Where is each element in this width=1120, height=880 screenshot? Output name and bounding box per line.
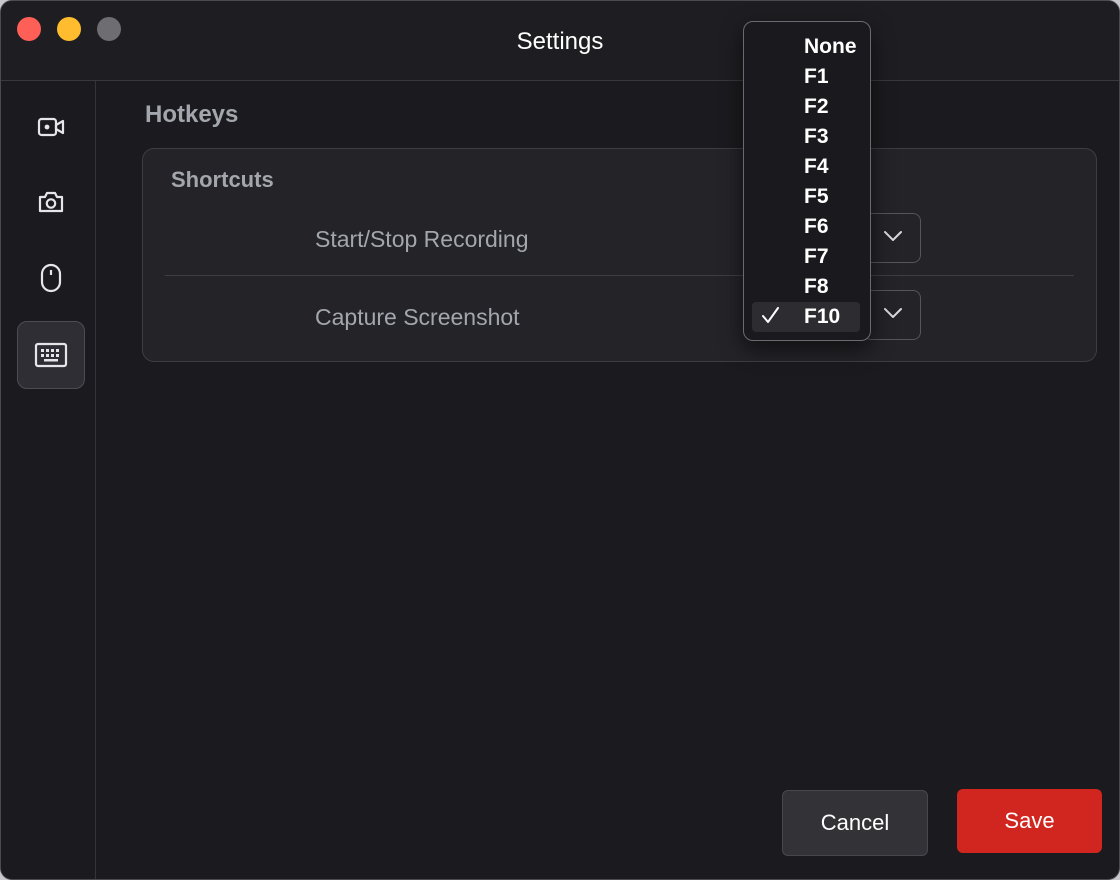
window-title: Settings xyxy=(516,28,604,55)
row-divider xyxy=(165,275,1074,276)
sidebar-item-hotkeys[interactable] xyxy=(17,321,85,389)
dropdown-option[interactable]: F4 xyxy=(744,152,870,182)
dropdown-option[interactable]: F5 xyxy=(744,182,870,212)
keyboard-icon xyxy=(34,342,68,368)
dropdown-option[interactable]: None xyxy=(744,32,870,62)
mouse-icon xyxy=(40,263,62,293)
chevron-down-icon xyxy=(884,231,902,241)
sidebar-item-video[interactable] xyxy=(17,93,85,161)
section-title: Hotkeys xyxy=(145,101,239,128)
sidebar xyxy=(1,81,96,879)
start-stop-recording-select[interactable] xyxy=(863,213,921,263)
capture-screenshot-select[interactable] xyxy=(863,290,921,340)
dropdown-option-selected[interactable]: F10 xyxy=(752,302,860,332)
dropdown-option[interactable]: F3 xyxy=(744,122,870,152)
capture-screenshot-label: Capture Screenshot xyxy=(315,304,520,330)
shortcuts-card: Shortcuts Start/Stop Recording Capture S… xyxy=(142,148,1097,362)
settings-window: Settings Hotkeys Shortcuts Start/Stop Re… xyxy=(0,0,1120,880)
chevron-down-icon xyxy=(884,308,902,318)
sidebar-item-screenshot[interactable] xyxy=(17,168,85,236)
start-stop-recording-label: Start/Stop Recording xyxy=(315,226,529,252)
dropdown-option[interactable]: F8 xyxy=(744,272,870,302)
dropdown-option[interactable]: F2 xyxy=(744,92,870,122)
camera-icon xyxy=(38,191,64,213)
dropdown-option[interactable]: F6 xyxy=(744,212,870,242)
cancel-button[interactable]: Cancel xyxy=(782,790,928,856)
dropdown-option[interactable]: F7 xyxy=(744,242,870,272)
sidebar-item-mouse[interactable] xyxy=(17,244,85,312)
card-title: Shortcuts xyxy=(171,167,274,192)
dropdown-option-label: F10 xyxy=(804,305,841,328)
checkmark-icon xyxy=(762,307,779,323)
save-button[interactable]: Save xyxy=(957,789,1102,853)
title-bar: Settings xyxy=(1,1,1119,81)
hotkey-dropdown-menu: None F1 F2 F3 F4 F5 F6 F7 F8 F10 xyxy=(743,21,871,341)
dropdown-option[interactable]: F1 xyxy=(744,62,870,92)
video-camera-icon xyxy=(37,117,65,137)
